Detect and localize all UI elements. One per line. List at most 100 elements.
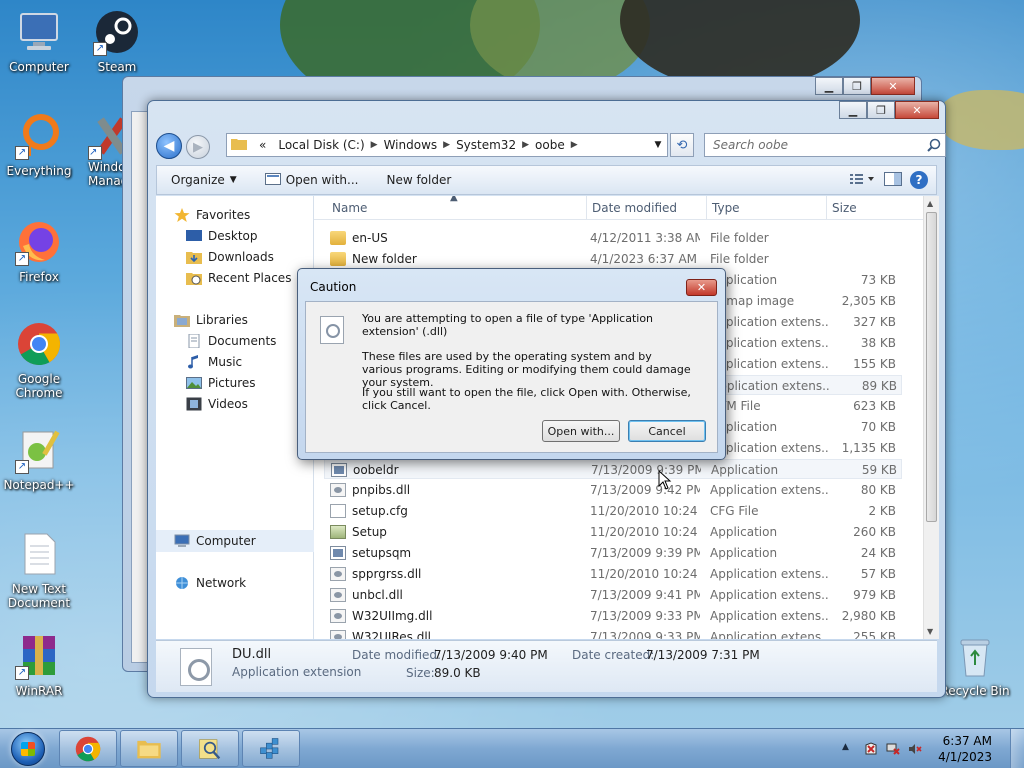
- file-row[interactable]: W32UIImg.dll 7/13/2009 9:33 PM Applicati…: [324, 606, 902, 626]
- organize-button[interactable]: Organize ▼: [157, 173, 251, 187]
- column-divider[interactable]: [826, 196, 827, 220]
- refresh-button[interactable]: ⟲: [670, 133, 694, 157]
- cancel-button[interactable]: Cancel: [628, 420, 706, 442]
- file-row[interactable]: W32UIRes.dll 7/13/2009 9:33 PM Applicati…: [324, 627, 902, 639]
- open-with-button[interactable]: Open with...: [251, 172, 373, 188]
- chrome-icon: [15, 320, 63, 368]
- column-header-date-modified[interactable]: Date modified: [592, 201, 677, 215]
- file-row[interactable]: spprgrss.dll 11/20/2010 10:24 ... Applic…: [324, 564, 902, 584]
- caution-dialog[interactable]: Caution ✕ You are attempting to open a f…: [297, 268, 726, 460]
- breadcrumb-local-disk[interactable]: Local Disk (C:): [278, 138, 364, 152]
- file-row[interactable]: Setup 11/20/2010 10:24 ... Application 2…: [324, 522, 902, 542]
- column-divider[interactable]: [706, 196, 707, 220]
- desktop-icon-chrome[interactable]: Google Chrome: [0, 320, 78, 400]
- address-dropdown-icon[interactable]: ▼: [649, 134, 667, 156]
- column-divider[interactable]: [586, 196, 587, 220]
- taskbar-app-registry[interactable]: [242, 730, 300, 767]
- file-row[interactable]: pnpibs.dll 7/13/2009 9:42 PM Application…: [324, 480, 902, 500]
- desktop-icon-everything[interactable]: ↗ Everything: [0, 112, 78, 178]
- details-date-created-label: Date created:: [572, 648, 655, 662]
- desktop-icon-firefox[interactable]: ↗ Firefox: [0, 218, 78, 284]
- chevron-right-icon[interactable]: ▶: [371, 140, 378, 150]
- chevron-right-icon[interactable]: ▶: [443, 140, 450, 150]
- file-row[interactable]: New folder 4/1/2023 6:37 AM File folder: [324, 249, 902, 269]
- details-pane: DU.dll Application extension Date modifi…: [156, 640, 937, 692]
- file-size: 623 KB: [853, 399, 896, 413]
- nav-label: Documents: [208, 334, 277, 348]
- search-icon[interactable]: [927, 138, 941, 152]
- new-folder-button[interactable]: New folder: [372, 173, 465, 187]
- column-header-type[interactable]: Type: [712, 201, 740, 215]
- nav-libraries[interactable]: Libraries: [174, 313, 248, 327]
- file-name: W32UIImg.dll: [352, 609, 433, 623]
- breadcrumb-overflow[interactable]: «: [259, 138, 266, 152]
- breadcrumb-system32[interactable]: System32: [456, 138, 516, 152]
- taskbar-app-chrome[interactable]: [59, 730, 117, 767]
- file-size: 70 KB: [860, 420, 896, 434]
- chevron-right-icon[interactable]: ▶: [571, 140, 578, 150]
- nav-computer[interactable]: Computer: [174, 534, 256, 548]
- file-row[interactable]: setupsqm 7/13/2009 9:39 PM Application 2…: [324, 543, 902, 563]
- nav-videos[interactable]: Videos: [186, 397, 248, 411]
- caption-buttons: ▁ ❐ ✕: [815, 77, 915, 95]
- nav-pictures[interactable]: Pictures: [186, 376, 256, 390]
- desktop-icon-steam[interactable]: ↗ Steam: [78, 8, 156, 74]
- column-header-size[interactable]: Size: [832, 201, 857, 215]
- file-size: 59 KB: [861, 463, 897, 477]
- search-input[interactable]: Search oobe: [704, 133, 946, 157]
- forward-button[interactable]: ▶: [186, 135, 210, 159]
- nav-network[interactable]: Network: [174, 576, 246, 590]
- column-header-name[interactable]: Name: [332, 201, 367, 215]
- maximize-button[interactable]: ❐: [867, 101, 895, 119]
- close-button[interactable]: ✕: [871, 77, 915, 95]
- view-options-icon[interactable]: [850, 173, 876, 188]
- maximize-button[interactable]: ❐: [843, 77, 871, 95]
- show-hidden-icons-icon[interactable]: ▲: [842, 742, 856, 756]
- close-button[interactable]: ✕: [895, 101, 939, 119]
- nav-desktop[interactable]: Desktop: [186, 229, 258, 243]
- scroll-down-icon[interactable]: ▼: [927, 627, 933, 636]
- arrow-right-icon: ▶: [193, 139, 203, 155]
- start-button[interactable]: [2, 730, 54, 768]
- nav-favorites[interactable]: Favorites: [174, 208, 250, 222]
- action-center-icon[interactable]: [864, 742, 878, 756]
- scroll-up-icon[interactable]: ▲: [927, 199, 933, 208]
- desktop-icon-notepadpp[interactable]: ↗ Notepad++: [0, 426, 78, 492]
- open-with-button[interactable]: Open with...: [542, 420, 620, 442]
- recent-places-icon: [186, 271, 202, 285]
- show-desktop-button[interactable]: [1010, 729, 1024, 768]
- volume-muted-icon[interactable]: [908, 742, 922, 756]
- chevron-right-icon[interactable]: ▶: [522, 140, 529, 150]
- details-date-modified-label: Date modified:: [352, 648, 442, 662]
- taskbar-app-file-explorer[interactable]: [120, 730, 178, 767]
- vertical-scrollbar[interactable]: ▲ ▼: [923, 196, 939, 639]
- network-status-icon[interactable]: [886, 742, 900, 756]
- minimize-button[interactable]: ▁: [839, 101, 867, 119]
- minimize-button[interactable]: ▁: [815, 77, 843, 95]
- clock-date[interactable]: 4/1/2023: [938, 750, 992, 764]
- clock-time[interactable]: 6:37 AM: [943, 734, 992, 748]
- address-bar[interactable]: « Local Disk (C:) ▶ Windows ▶ System32 ▶…: [226, 133, 668, 157]
- help-icon[interactable]: ?: [910, 171, 928, 189]
- file-size: 24 KB: [860, 546, 896, 560]
- taskbar-app-search[interactable]: [181, 730, 239, 767]
- nav-documents[interactable]: Documents: [186, 333, 277, 349]
- desktop-icon-new-text-document[interactable]: New Text Document: [0, 530, 78, 610]
- file-row[interactable]: setup.cfg 11/20/2010 10:24 ... CFG File …: [324, 501, 902, 521]
- desktop-icon-computer[interactable]: Computer: [0, 8, 78, 74]
- preview-pane-icon[interactable]: [884, 171, 902, 189]
- file-date: 7/13/2009 9:42 PM: [590, 483, 700, 497]
- nav-downloads[interactable]: Downloads: [186, 250, 274, 264]
- file-row[interactable]: en-US 4/12/2011 3:38 AM File folder: [324, 228, 902, 248]
- back-button[interactable]: ◀: [156, 133, 182, 159]
- desktop-icon-recycle-bin[interactable]: Recycle Bin: [936, 632, 1014, 698]
- file-row[interactable]: unbcl.dll 7/13/2009 9:41 PM Application …: [324, 585, 902, 605]
- desktop-icon-winrar[interactable]: ↗ WinRAR: [0, 632, 78, 698]
- nav-music[interactable]: Music: [186, 355, 242, 369]
- breadcrumb-windows[interactable]: Windows: [384, 138, 438, 152]
- scroll-thumb[interactable]: [926, 212, 937, 522]
- nav-recent-places[interactable]: Recent Places: [186, 271, 291, 285]
- dialog-close-button[interactable]: ✕: [686, 279, 717, 296]
- file-row-hover[interactable]: oobeldr 7/13/2009 9:39 PM Application 59…: [324, 459, 902, 479]
- breadcrumb-oobe[interactable]: oobe: [535, 138, 565, 152]
